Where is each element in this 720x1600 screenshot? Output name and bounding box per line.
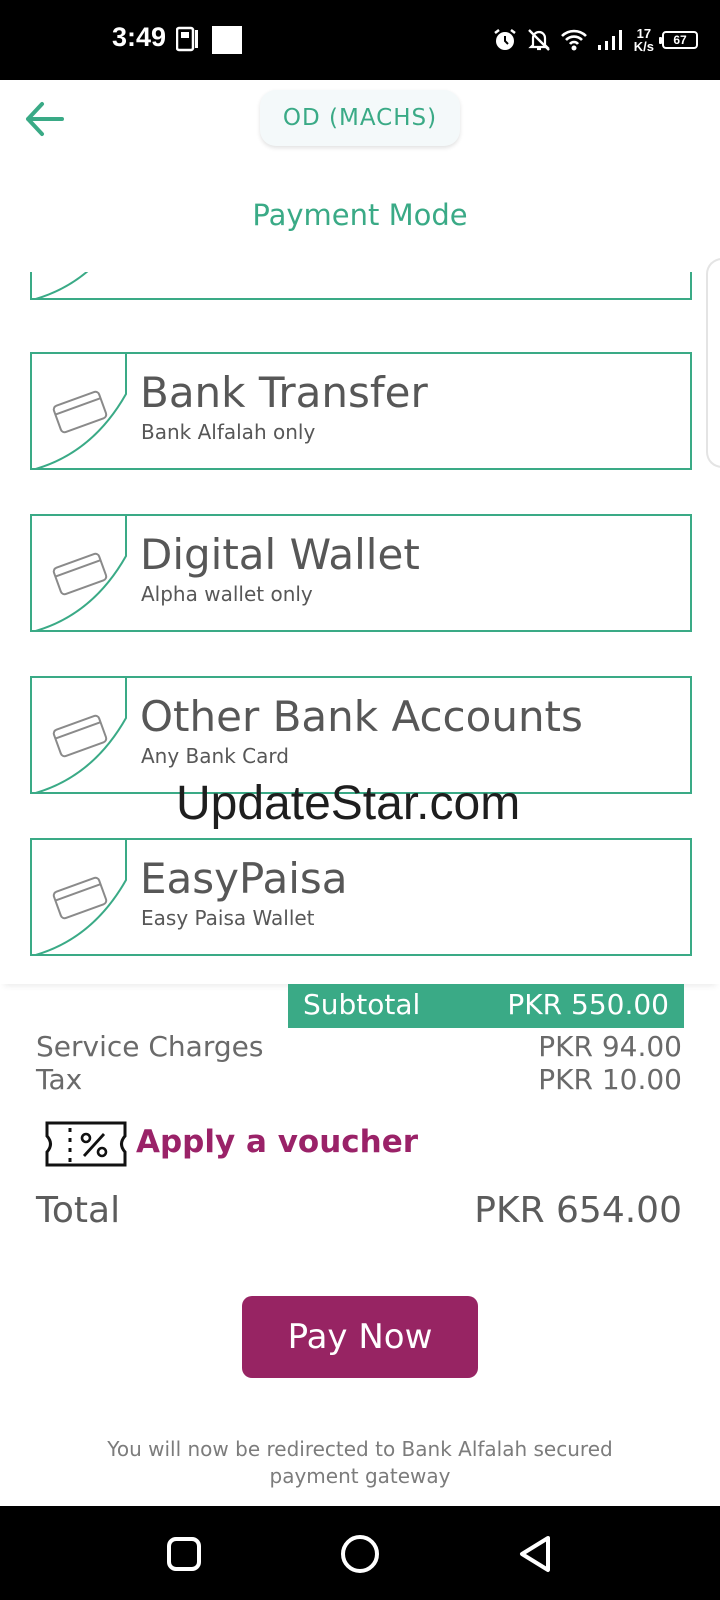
back-triangle-icon[interactable] xyxy=(512,1530,560,1578)
credit-card-icon xyxy=(52,552,108,596)
network-speed-unit: K/s xyxy=(633,39,654,54)
pay-now-button[interactable]: Pay Now xyxy=(242,1296,478,1378)
page-title: Payment Mode xyxy=(252,198,468,232)
total-value: PKR 654.00 xyxy=(474,1190,682,1231)
subtotal-bar: Subtotal PKR 550.00 xyxy=(288,984,684,1028)
notification-square-icon xyxy=(212,26,242,54)
payment-methods-list[interactable]: Bank Transfer Bank Alfalah only Digital … xyxy=(0,272,720,984)
alarm-icon xyxy=(494,29,516,50)
merchant-name: OD (MACHS) xyxy=(282,105,438,131)
signal-icon xyxy=(597,30,622,50)
merchant-chip: OD (MACHS) xyxy=(260,90,460,146)
method-card-easypaisa[interactable]: EasyPaisa Easy Paisa Wallet xyxy=(30,838,692,956)
notification-app-icon xyxy=(176,26,198,52)
subtotal-label: Subtotal xyxy=(303,988,421,1021)
notifications-off-icon xyxy=(527,29,550,51)
method-subtitle: Easy Paisa Wallet xyxy=(141,906,315,930)
method-title: Digital Wallet xyxy=(140,530,420,579)
method-title: Bank Transfer xyxy=(140,368,428,417)
subtotal-value: PKR 550.00 xyxy=(507,988,669,1021)
service-charges-label: Service Charges xyxy=(36,1030,264,1063)
credit-card-icon xyxy=(52,714,108,758)
card-badge-shape xyxy=(35,272,89,298)
system-nav-bar xyxy=(0,1506,720,1600)
watermark: UpdateStar.com xyxy=(176,777,521,830)
status-time: 3:49 xyxy=(112,22,167,52)
status-bar: 3:49 17 K/s 67 xyxy=(0,0,720,80)
voucher-ticket-icon[interactable] xyxy=(44,1120,128,1168)
apply-voucher-link[interactable]: Apply a voucher xyxy=(136,1124,418,1160)
method-subtitle: Alpha wallet only xyxy=(141,582,313,606)
method-title: EasyPaisa xyxy=(140,854,348,903)
method-card-bank-transfer[interactable]: Bank Transfer Bank Alfalah only xyxy=(30,352,692,470)
tax-value: PKR 10.00 xyxy=(538,1063,682,1096)
method-title: Other Bank Accounts xyxy=(140,692,583,741)
network-speed: 17 K/s xyxy=(634,27,654,53)
total-label: Total xyxy=(36,1190,121,1231)
recents-square-icon[interactable] xyxy=(160,1530,208,1578)
credit-card-icon xyxy=(52,876,108,920)
side-drawer-handle[interactable] xyxy=(706,258,720,468)
back-arrow-icon[interactable] xyxy=(22,96,68,142)
pay-now-label: Pay Now xyxy=(287,1317,433,1357)
wifi-icon xyxy=(560,29,587,51)
battery-level: 67 xyxy=(673,33,687,47)
method-subtitle: Bank Alfalah only xyxy=(141,420,316,444)
home-circle-icon[interactable] xyxy=(336,1530,384,1578)
service-charges-value: PKR 94.00 xyxy=(538,1030,682,1063)
tax-label: Tax xyxy=(36,1063,83,1096)
battery-icon: 67 xyxy=(659,31,698,49)
method-card-partial[interactable] xyxy=(30,272,692,300)
status-icons: 17 K/s 67 xyxy=(492,22,698,58)
redirect-note: You will now be redirected to Bank Alfal… xyxy=(107,1437,613,1488)
method-card-digital-wallet[interactable]: Digital Wallet Alpha wallet only xyxy=(30,514,692,632)
credit-card-icon xyxy=(52,390,108,434)
method-subtitle: Any Bank Card xyxy=(141,744,289,768)
